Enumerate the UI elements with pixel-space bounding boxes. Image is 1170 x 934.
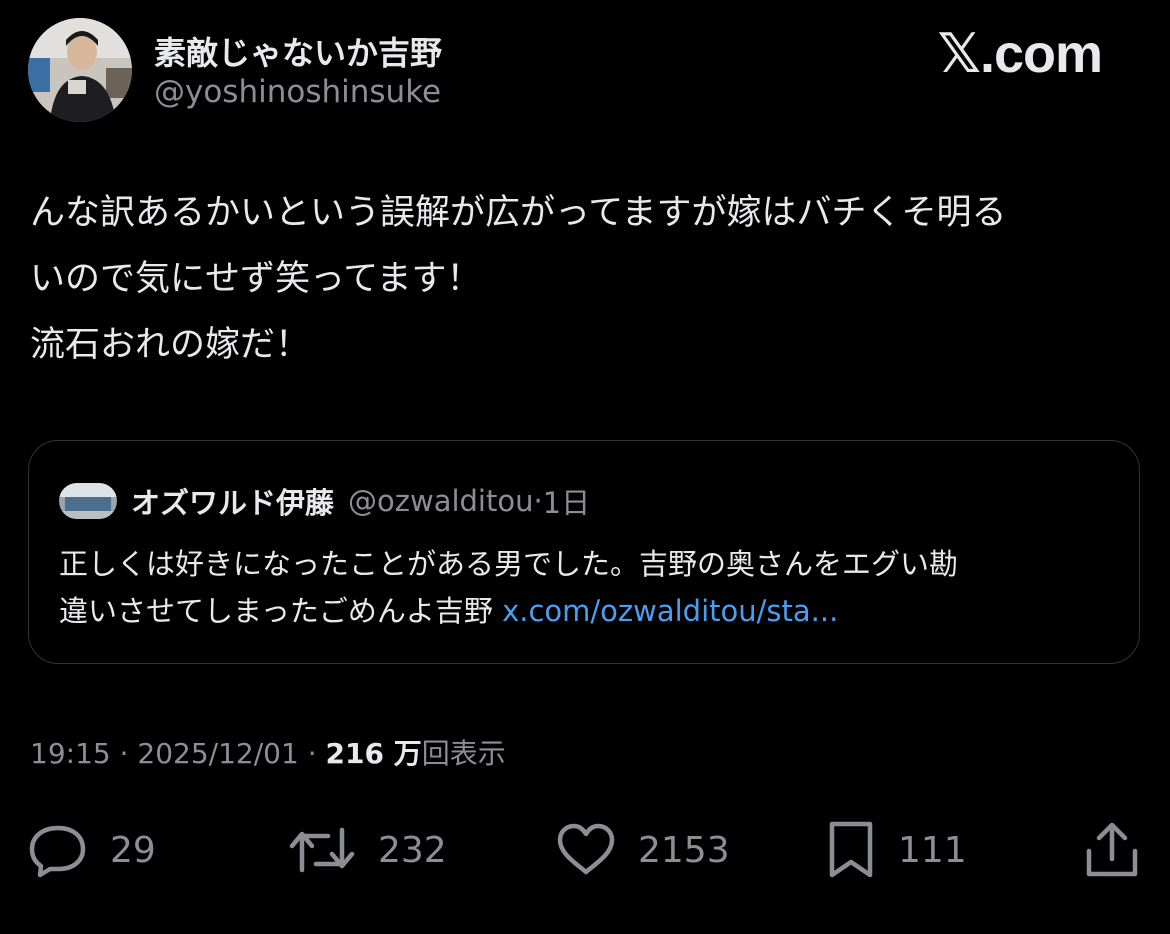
share-button[interactable] [1084,818,1140,882]
meta-separator: · [119,737,129,770]
like-button[interactable]: 2153 [556,818,730,882]
quoted-tweet-link[interactable]: x.com/ozwalditou/sta... [502,594,838,628]
tweet-line: 流石おれの嫁だ！ [30,325,311,365]
tweet-text: んな訳あるかいという誤解が広がってますが嫁はバチくそ明る いので気にせず笑ってま… [30,180,1140,378]
bookmark-icon [826,820,876,880]
bookmark-button[interactable]: 111 [826,818,967,882]
quoted-tweet-line: 違いさせてしまったごめんよ吉野 x.com/ozwalditou/sta... [59,588,1119,635]
tweet-date[interactable]: 2025/12/01 [137,737,298,770]
tweet-meta: 19:15 · 2025/12/01 · 216 万回表示 [30,732,506,772]
quoted-tweet-header: オズワルド伊藤 @ozwalditou · 1日 [59,479,590,523]
quoted-tweet-line-text: 違いさせてしまったごめんよ吉野 [59,594,503,628]
x-com-logo: 𝕏.com [937,24,1103,84]
quoted-tweet-line: 正しくは好きになったことがある男でした。吉野の奥さんをエグい勘 [59,547,959,581]
reply-count: 29 [110,829,156,871]
repost-icon [288,822,356,878]
reply-button[interactable]: 29 [28,818,156,882]
quoted-author-avatar [59,483,117,519]
reply-icon [28,822,88,878]
quoted-meta-separator: · [533,484,543,518]
author-handle[interactable]: @yoshinoshinsuke [154,74,441,110]
quoted-tweet-card[interactable]: オズワルド伊藤 @ozwalditou · 1日 正しくは好きになったことがある… [28,440,1140,664]
like-count: 2153 [638,829,730,871]
views-count: 216 万 [325,737,422,770]
quoted-tweet-age: 1日 [542,486,591,520]
quoted-tweet-text: 正しくは好きになったことがある男でした。吉野の奥さんをエグい勘 違いさせてしまっ… [59,541,1119,635]
quoted-author-handle: @ozwalditou [348,484,534,518]
tweet-line: んな訳あるかいという誤解が広がってますが嫁はバチくそ明る [30,193,1007,233]
author-display-name[interactable]: 素敵じゃないか吉野 [154,28,442,74]
meta-separator: · [307,737,317,770]
tweet-line: いので気にせず笑ってます！ [30,259,482,299]
quoted-author-name: オズワルド伊藤 [131,486,335,520]
bookmark-count: 111 [898,829,967,871]
tweet-time[interactable]: 19:15 [30,737,111,770]
share-icon [1084,821,1140,879]
views-label: 回表示 [421,737,506,770]
repost-button[interactable]: 232 [288,818,447,882]
author-avatar[interactable] [28,18,132,122]
heart-icon [556,822,616,878]
repost-count: 232 [378,829,447,871]
